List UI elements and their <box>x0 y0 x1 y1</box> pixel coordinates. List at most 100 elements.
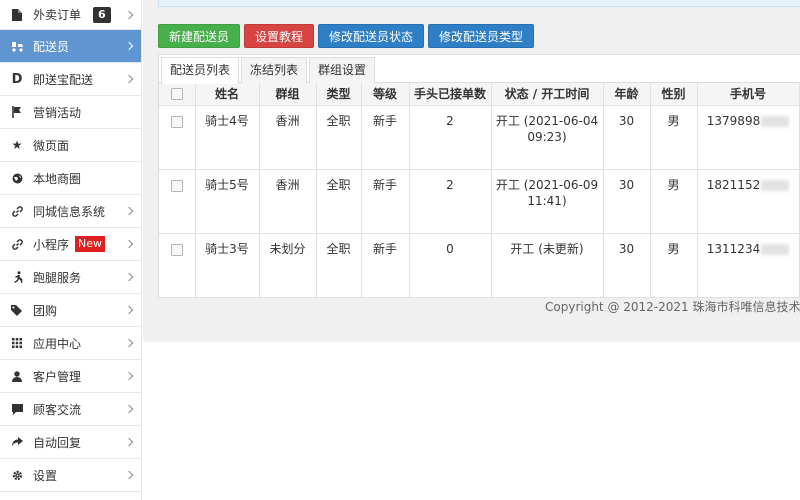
sidebar-item-label: 即送宝配送 <box>33 72 94 87</box>
new-badge: New <box>75 236 106 252</box>
chevron-right-icon <box>124 239 134 249</box>
cell-type: 全职 <box>316 169 362 234</box>
main-content: 新建配送员 设置教程 修改配送员状态 修改配送员类型 配送员列表 冻结列表 群组… <box>143 0 800 500</box>
sidebar: 外卖订单 6 配送员 D 即送宝配送 营销活动 ★ 微页面 本地商圈 同城信息系… <box>0 0 142 500</box>
sidebar-item-app-center[interactable]: 应用中心 <box>0 327 141 360</box>
sidebar-item-auto-reply[interactable]: 自动回复 <box>0 426 141 459</box>
sidebar-item-label: 外卖订单 <box>33 8 82 22</box>
cell-age: 30 <box>603 233 651 298</box>
row-checkbox[interactable] <box>170 244 183 256</box>
sidebar-item-customer-chat[interactable]: 顾客交流 <box>0 393 141 426</box>
cell-age: 30 <box>603 169 651 234</box>
sidebar-item-micro-page[interactable]: ★ 微页面 <box>0 129 141 162</box>
cell-status: 开工 (2021-06-04 09:23) <box>491 105 604 170</box>
user-icon <box>10 369 24 383</box>
sidebar-item-takeout-orders[interactable]: 外卖订单 6 <box>0 0 141 30</box>
copyright-text: Copyright @ 2012-2021 珠海市科唯信息技术有限 <box>545 300 800 314</box>
sidebar-item-label: 本地商圈 <box>33 171 82 186</box>
tag-icon <box>10 303 24 317</box>
phone-number: 1821152 <box>706 177 761 192</box>
column-header-age[interactable]: 年龄 <box>603 83 651 106</box>
sidebar-item-label: 团购 <box>33 303 58 318</box>
masked-digits <box>761 243 790 255</box>
cell-status: 开工 (2021-06-09 11:41) <box>491 169 604 234</box>
column-header-gender[interactable]: 性别 <box>650 83 698 106</box>
chevron-right-icon <box>124 206 134 216</box>
sidebar-item-settings[interactable]: 设置 <box>0 459 141 492</box>
column-header-level[interactable]: 等级 <box>361 83 410 106</box>
cell-type: 全职 <box>316 105 362 170</box>
column-header-group[interactable]: 群组 <box>259 83 317 106</box>
cell-type: 全职 <box>316 233 362 298</box>
sidebar-item-mini-program[interactable]: 小程序 New <box>0 228 141 261</box>
tab-frozen-list[interactable]: 冻结列表 <box>241 57 308 83</box>
rider-table: 姓名 群组 类型 等级 手头已接单数 状态 / 开工时间 年龄 性别 手机号 骑… <box>159 83 800 298</box>
chevron-right-icon <box>124 404 134 414</box>
cell-name: 骑士4号 <box>195 105 260 170</box>
tutorial-button[interactable]: 设置教程 <box>244 24 315 48</box>
chevron-right-icon <box>124 10 134 19</box>
row-checkbox[interactable] <box>170 116 183 128</box>
column-header-status[interactable]: 状态 / 开工时间 <box>491 83 604 106</box>
chevron-right-icon <box>124 437 134 447</box>
sidebar-item-errand-service[interactable]: 跑腿服务 <box>0 261 141 294</box>
cell-level: 新手 <box>361 105 410 170</box>
chevron-right-icon <box>124 272 134 282</box>
new-rider-button[interactable]: 新建配送员 <box>158 24 241 48</box>
sidebar-item-label: 小程序 <box>33 237 70 252</box>
chevron-right-icon <box>124 470 134 480</box>
sidebar-item-label: 配送员 <box>33 39 70 54</box>
chat-icon <box>10 402 24 416</box>
link-icon <box>10 204 24 218</box>
cell-phone: 1821152 <box>697 169 800 234</box>
phone-number: 1311234 <box>706 241 761 256</box>
sidebar-item-riders[interactable]: 配送员 <box>0 30 141 63</box>
cell-status: 开工 (未更新) <box>491 233 604 298</box>
tab-rider-list[interactable]: 配送员列表 <box>161 57 240 84</box>
sidebar-item-city-info[interactable]: 同城信息系统 <box>0 195 141 228</box>
sidebar-item-marketing[interactable]: 营销活动 <box>0 96 141 129</box>
d-letter-icon: D <box>11 71 23 87</box>
column-header-name[interactable]: 姓名 <box>195 83 260 106</box>
chevron-right-icon <box>124 41 134 51</box>
flag-icon <box>10 105 24 119</box>
masked-digits <box>761 179 790 191</box>
sidebar-item-label: 应用中心 <box>33 336 82 351</box>
column-header-type[interactable]: 类型 <box>316 83 362 106</box>
cell-gender: 男 <box>650 233 698 298</box>
row-select-cell <box>159 105 196 170</box>
sidebar-item-label: 设置 <box>33 468 58 483</box>
cell-gender: 男 <box>650 105 698 170</box>
edit-rider-status-button[interactable]: 修改配送员状态 <box>318 24 425 48</box>
table-row[interactable]: 骑士3号 未划分 全职 新手 0 开工 (未更新) 30 男 1311234 <box>159 233 800 298</box>
phone-number: 1379898 <box>706 113 761 128</box>
sidebar-item-group-buy[interactable]: 团购 <box>0 294 141 327</box>
cell-orders: 2 <box>409 169 492 234</box>
column-header-phone[interactable]: 手机号 <box>697 83 800 106</box>
sidebar-item-label: 顾客交流 <box>33 402 82 417</box>
sidebar-item-local-business[interactable]: 本地商圈 <box>0 162 141 195</box>
sidebar-item-customer-management[interactable]: 客户管理 <box>0 360 141 393</box>
sidebar-item-label: 跑腿服务 <box>33 270 82 285</box>
star-icon: ★ <box>11 138 23 152</box>
share-icon <box>10 435 24 449</box>
sidebar-item-instant-delivery[interactable]: D 即送宝配送 <box>0 63 141 96</box>
masked-digits <box>761 115 790 127</box>
sidebar-item-label: 自动回复 <box>33 435 82 450</box>
tab-bar: 配送员列表 冻结列表 群组设置 <box>159 55 800 84</box>
cell-group: 香洲 <box>259 169 317 234</box>
cell-gender: 男 <box>650 169 698 234</box>
table-row[interactable]: 骑士4号 香洲 全职 新手 2 开工 (2021-06-04 09:23) 30… <box>159 105 800 170</box>
chevron-right-icon <box>124 371 134 381</box>
rider-panel: 配送员列表 冻结列表 群组设置 姓名 群组 类型 等级 手头已接单数 状态 / … <box>158 54 800 298</box>
gear-icon <box>10 468 24 482</box>
cell-group: 香洲 <box>259 105 317 170</box>
select-all-checkbox[interactable] <box>170 88 183 101</box>
row-checkbox[interactable] <box>170 180 183 192</box>
edit-rider-type-button[interactable]: 修改配送员类型 <box>428 24 535 48</box>
column-header-orders[interactable]: 手头已接单数 <box>409 83 492 106</box>
table-row[interactable]: 骑士5号 香洲 全职 新手 2 开工 (2021-06-09 11:41) 30… <box>159 169 800 234</box>
cell-orders: 2 <box>409 105 492 170</box>
tab-group-settings[interactable]: 群组设置 <box>309 57 376 83</box>
sidebar-item-label: 客户管理 <box>33 369 82 384</box>
